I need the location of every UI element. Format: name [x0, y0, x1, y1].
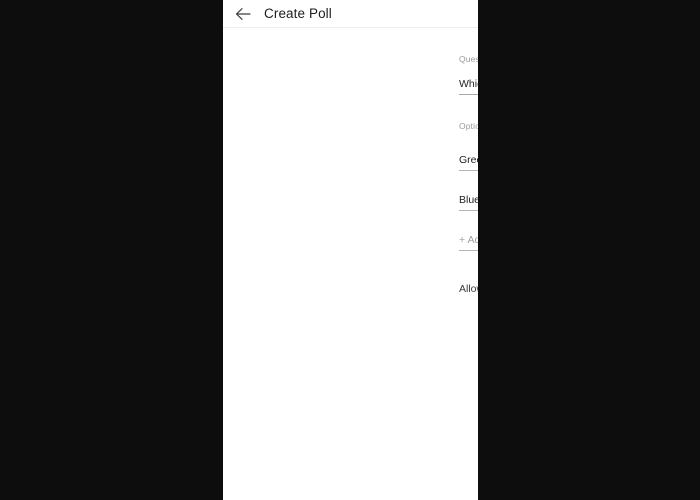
- question-input-value: Which color do you prefer for WABetaInfo…: [459, 78, 478, 90]
- option-input-value-0: Green: [459, 154, 478, 166]
- phone-screen: Create Poll Question Which color do you …: [223, 0, 478, 500]
- option-input-value-2: + Add: [459, 234, 478, 246]
- question-input[interactable]: Which color do you prefer for WABetaInfo…: [459, 76, 478, 95]
- page-title: Create Poll: [264, 6, 332, 21]
- option-input-0[interactable]: Green: [459, 152, 478, 171]
- allow-multiple-answers-label: Allow multiple answers: [459, 283, 478, 295]
- option-input-2[interactable]: + Add: [459, 232, 478, 251]
- allow-multiple-answers-row: Allow multiple answers: [459, 278, 478, 300]
- screenshot-root: Create Poll Question Which color do you …: [0, 0, 700, 500]
- app-bar: Create Poll: [223, 0, 478, 28]
- arrow-left-icon[interactable]: [232, 3, 254, 25]
- question-section-label: Question: [459, 54, 478, 64]
- options-section-label: Options: [459, 121, 478, 131]
- option-input-value-1: Blue: [459, 194, 478, 206]
- option-input-1[interactable]: Blue: [459, 192, 478, 211]
